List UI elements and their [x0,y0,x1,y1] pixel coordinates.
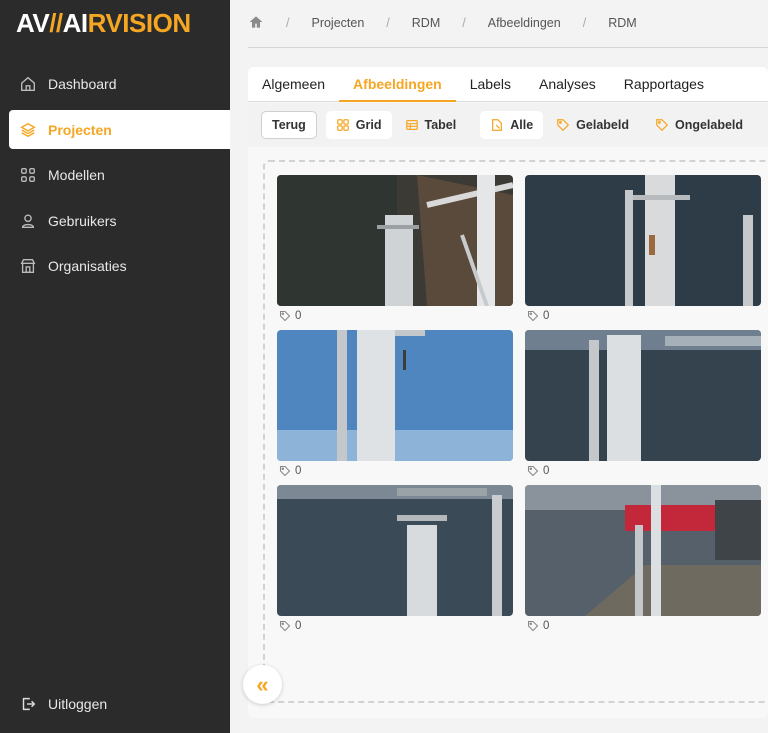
breadcrumb-item[interactable]: Afbeeldingen [488,16,561,30]
logout-icon [19,695,37,713]
tag-count: 0 [525,306,761,325]
table-view-button[interactable]: Tabel [401,111,461,139]
breadcrumb-item[interactable]: RDM [412,16,440,30]
tag-count: 0 [525,616,761,635]
tag-icon [656,119,669,132]
tab-rapportages[interactable]: Rapportages [610,67,718,102]
tag-icon [279,465,291,476]
image-thumbnail[interactable] [277,485,513,616]
tag-count: 0 [277,306,513,325]
image-thumbnail[interactable] [525,330,761,461]
image-thumbnail[interactable] [525,175,761,306]
grid-icon [19,166,37,184]
filter-unlabeled-button[interactable]: Ongelabeld [651,111,747,139]
logout-button[interactable]: Uitloggen [9,684,230,723]
tab-analyses[interactable]: Analyses [525,67,610,102]
home-icon[interactable] [248,14,264,33]
tag-count: 0 [525,461,761,480]
logo: AV//AIRVISION [16,8,191,38]
tag-icon [527,620,539,631]
logout-label: Uitloggen [48,695,108,712]
breadcrumb-item[interactable]: Projecten [311,16,364,30]
toolbar: Terug Grid Tabel Alle Gelabeld Ongelabel… [248,103,768,147]
image-thumbnail[interactable] [277,330,513,461]
sidebar: AV//AIRVISION Dashboard Projecten Modell… [0,0,230,733]
tag-icon [279,310,291,321]
home-icon [19,75,37,93]
sidebar-item-label: Projecten [48,121,112,138]
image-thumbnail[interactable] [525,485,761,616]
sidebar-item-label: Modellen [48,166,105,183]
image-thumbnail[interactable] [277,175,513,306]
user-icon [19,212,37,230]
image-card[interactable]: 0 [277,330,513,480]
image-gallery: 0 0 0 0 0 0 [263,160,768,703]
filter-labeled-button[interactable]: Gelabeld [552,111,633,139]
sidebar-item-label: Dashboard [48,75,117,92]
building-icon [19,257,37,275]
tab-afbeeldingen[interactable]: Afbeeldingen [339,67,456,102]
back-button[interactable]: Terug [261,111,317,139]
image-card[interactable]: 0 [277,175,513,325]
tab-bar: Algemeen Afbeeldingen Labels Analyses Ra… [248,67,768,102]
tag-icon [279,620,291,631]
sidebar-item-projecten[interactable]: Projecten [9,110,230,149]
project-panel: Algemeen Afbeeldingen Labels Analyses Ra… [248,67,768,718]
tag-icon [527,310,539,321]
folder-tag-icon [492,119,503,131]
sidebar-item-gebruikers[interactable]: Gebruikers [9,201,230,240]
layers-icon [19,121,37,139]
image-card[interactable]: 0 [277,485,513,635]
image-card[interactable]: 0 [525,485,761,635]
collapse-sidebar-button[interactable]: « [243,665,282,704]
filter-all-button[interactable]: Alle [480,111,544,139]
tag-count: 0 [277,616,513,635]
sidebar-item-modellen[interactable]: Modellen [9,155,230,194]
tab-algemeen[interactable]: Algemeen [248,67,339,102]
sidebar-item-organisaties[interactable]: Organisaties [9,246,230,285]
breadcrumb-item: RDM [608,16,637,30]
tab-labels[interactable]: Labels [456,67,525,102]
sidebar-item-dashboard[interactable]: Dashboard [9,64,230,103]
tag-count: 0 [277,461,513,480]
breadcrumb: / Projecten / RDM / Afbeeldingen / RDM [248,13,637,33]
grid-view-button[interactable]: Grid [325,111,392,139]
divider [248,47,768,48]
main-content: / Projecten / RDM / Afbeeldingen / RDM A… [230,0,768,733]
image-card[interactable]: 0 [525,175,761,325]
table-icon [405,120,418,130]
image-card[interactable]: 0 [525,330,761,480]
sidebar-item-label: Gebruikers [48,212,117,229]
tag-icon [527,465,539,476]
chevron-double-left-icon: « [256,671,269,697]
sidebar-item-label: Organisaties [48,257,127,274]
tag-icon [557,119,570,132]
grid-icon [336,119,349,131]
